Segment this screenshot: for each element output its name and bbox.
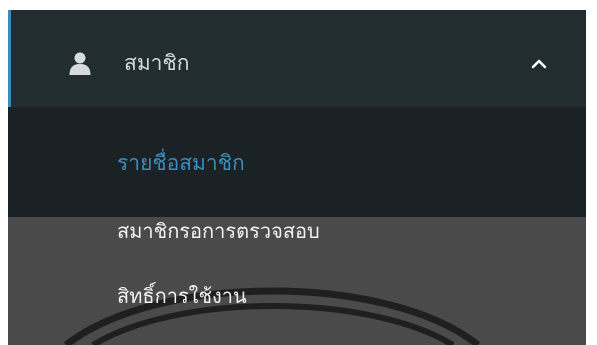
user-icon [69, 52, 91, 75]
member-menu-label: สมาชิก [124, 51, 190, 75]
submenu-list: สมาชิกรอการตรวจสอบ สิทธิ์การใช้งาน [8, 217, 586, 345]
submenu-item-permissions[interactable]: สิทธิ์การใช้งาน [117, 282, 247, 310]
sidebar: สมาชิก รายชื่อสมาชิก สมาชิกรอการตรวจสอบ … [8, 10, 586, 345]
submenu-item-member-list[interactable]: รายชื่อสมาชิก [8, 107, 586, 217]
chevron-up-icon[interactable] [530, 55, 548, 73]
member-menu-toggle[interactable]: สมาชิก [8, 10, 586, 107]
submenu-item-label: รายชื่อสมาชิก [117, 151, 245, 175]
submenu-item-pending-members[interactable]: สมาชิกรอการตรวจสอบ [117, 217, 320, 245]
